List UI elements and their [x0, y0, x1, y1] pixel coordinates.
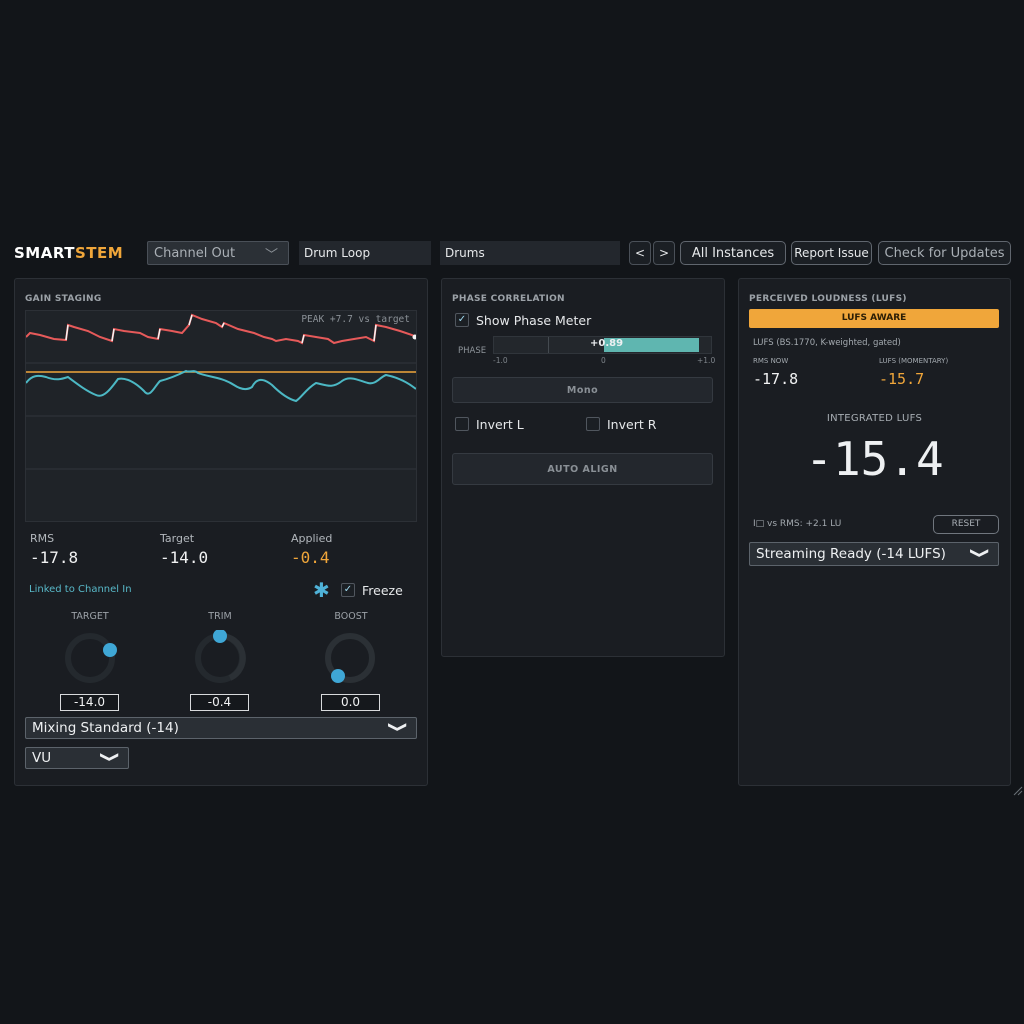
lufs-description: LUFS (BS.1770, K-weighted, gated)	[753, 338, 901, 348]
report-issue-label: Report Issue	[794, 246, 869, 260]
target-value-field[interactable]: -14.0	[60, 694, 119, 711]
gain-waveform	[26, 313, 416, 470]
chevron-down-icon: ❯	[969, 547, 991, 559]
mixing-standard-value: Mixing Standard (-14)	[32, 720, 179, 736]
report-issue-button[interactable]: Report Issue	[791, 241, 872, 265]
boost-knob[interactable]	[320, 630, 380, 690]
invert-r-label: Invert R	[607, 417, 657, 432]
resize-grip-icon[interactable]	[1013, 786, 1023, 796]
brand-logo: SMARTSTEM	[14, 244, 123, 262]
freeze-label: Freeze	[362, 583, 403, 598]
loudness-preset-select[interactable]: Streaming Ready (-14 LUFS) ❯	[749, 542, 999, 566]
phase-tick-min: -1.0	[493, 356, 508, 365]
check-updates-label: Check for Updates	[884, 245, 1005, 261]
reset-button[interactable]: RESET	[933, 515, 999, 534]
peak-readout: PEAK +7.7 vs target	[301, 314, 410, 325]
gain-staging-title: GAIN STAGING	[25, 294, 102, 304]
mono-button[interactable]: Mono	[452, 377, 713, 403]
group-name-value: Drums	[445, 246, 485, 260]
phase-value: +0.89	[590, 338, 624, 349]
phase-center-line	[548, 337, 549, 353]
applied-label: Applied	[291, 532, 333, 545]
brand-part-b: STEM	[74, 244, 124, 262]
rms-now-value: -17.8	[753, 370, 799, 388]
knob-label-trim: TRIM	[208, 611, 232, 622]
invert-l-checkbox[interactable]	[455, 417, 469, 431]
rms-now-label: RMS NOW	[753, 357, 789, 365]
integrated-lufs-value: -15.4	[805, 432, 944, 486]
rms-value: -17.8	[30, 548, 79, 567]
loudness-preset-value: Streaming Ready (-14 LUFS)	[756, 546, 946, 562]
phase-correlation-title: PHASE CORRELATION	[452, 294, 565, 304]
brand-part-a: SMART	[14, 244, 75, 262]
channel-select-value: Channel Out	[154, 245, 236, 261]
phase-label: PHASE	[458, 346, 487, 356]
boost-knob-handle[interactable]	[331, 669, 345, 683]
next-instance-button[interactable]: >	[653, 241, 675, 265]
invert-l-label: Invert L	[476, 417, 524, 432]
check-updates-button[interactable]: Check for Updates	[878, 241, 1011, 265]
channel-select[interactable]: Channel Out ﹀	[147, 241, 289, 265]
gain-staging-chart: PEAK +7.7 vs target	[25, 310, 417, 522]
integrated-lufs-label: INTEGRATED LUFS	[826, 413, 923, 424]
phase-tick-mid: 0	[601, 356, 606, 365]
show-phase-label: Show Phase Meter	[476, 313, 592, 328]
lufs-momentary-label: LUFS (MOMENTARY)	[879, 357, 949, 365]
trim-value-field[interactable]: -0.4	[190, 694, 249, 711]
trim-knob-handle[interactable]	[213, 630, 227, 643]
meter-type-value: VU	[32, 750, 52, 766]
target-knob-handle[interactable]	[103, 643, 117, 657]
chevron-down-icon: ﹀	[264, 248, 278, 263]
vs-rms-readout: I□ vs RMS: +2.1 LU	[753, 519, 842, 529]
meter-type-select[interactable]: VU ❯	[25, 747, 129, 769]
phase-meter: +0.89	[493, 336, 712, 354]
group-name-input[interactable]: Drums	[440, 241, 620, 265]
track-name-input[interactable]: Drum Loop	[299, 241, 431, 265]
invert-r-checkbox[interactable]	[586, 417, 600, 431]
all-instances-label: All Instances	[691, 245, 775, 261]
track-name-value: Drum Loop	[304, 246, 371, 260]
rms-label: RMS	[30, 532, 55, 545]
chevron-down-icon: ❯	[99, 751, 121, 763]
target-label: Target	[160, 532, 195, 545]
prev-instance-button[interactable]: <	[629, 241, 651, 265]
prev-label: <	[634, 246, 646, 260]
freeze-checkbox[interactable]: ✓	[341, 583, 355, 597]
trim-knob[interactable]	[190, 630, 250, 690]
target-value: -14.0	[160, 548, 209, 567]
rms-line	[26, 369, 416, 403]
all-instances-button[interactable]: All Instances	[680, 241, 786, 265]
target-knob[interactable]	[60, 630, 120, 690]
mixing-standard-select[interactable]: Mixing Standard (-14) ❯	[25, 717, 417, 739]
chevron-down-icon: ❯	[387, 721, 409, 733]
next-label: >	[658, 246, 670, 260]
lufs-aware-badge: LUFS AWARE	[749, 309, 999, 328]
knob-label-boost: BOOST	[334, 611, 368, 622]
snowflake-icon[interactable]: ✱	[313, 578, 330, 602]
auto-align-button[interactable]: AUTO ALIGN	[452, 453, 713, 485]
show-phase-checkbox[interactable]: ✓	[455, 313, 469, 327]
knob-label-target: TARGET	[71, 611, 109, 622]
boost-value-field[interactable]: 0.0	[321, 694, 380, 711]
loudness-title: PERCEIVED LOUDNESS (LUFS)	[749, 294, 907, 304]
linked-channel-link[interactable]: Linked to Channel In	[29, 584, 132, 595]
phase-tick-max: +1.0	[697, 356, 716, 365]
applied-value: -0.4	[291, 548, 330, 567]
lufs-momentary-value: -15.7	[879, 370, 925, 388]
